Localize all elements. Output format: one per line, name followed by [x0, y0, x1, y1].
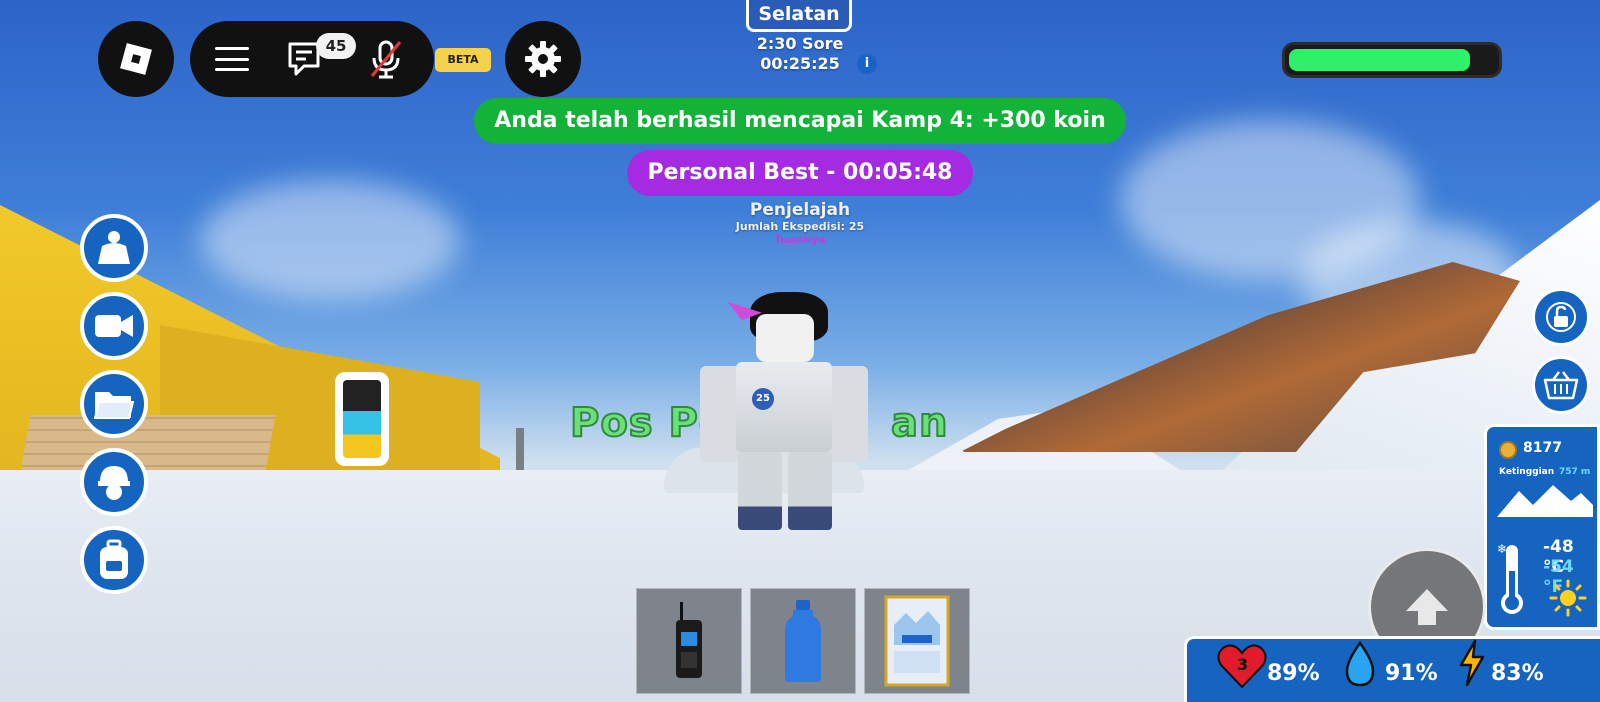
player-rank: Tuannya — [774, 233, 826, 246]
camp-reached-notification: Anda telah berhasil mencapai Kamp 4: +30… — [474, 98, 1126, 144]
thermometer-icon: ❄ — [1497, 542, 1523, 614]
water-percent: 91% — [1385, 661, 1438, 686]
hamburger-menu-button[interactable] — [200, 21, 264, 97]
lives-count: 3 — [1237, 655, 1249, 674]
health-bar — [1282, 42, 1502, 78]
gear-icon — [525, 41, 561, 77]
hotbar-slot-3[interactable] — [864, 588, 970, 694]
roblox-menu-button[interactable] — [98, 21, 174, 97]
player-nametag: Penjelajah Jumlah Ekspedisi: 25 Tuannya — [640, 200, 960, 246]
camera-icon — [95, 315, 133, 337]
stats-panel: 8177 Ketinggian 757 m ❄ -48 °C -54 °F — [1484, 424, 1600, 630]
water-bottle-icon — [785, 600, 821, 682]
water-drop-icon — [1345, 641, 1375, 687]
vitals-bar: 3 89% 91% 83% — [1184, 636, 1600, 702]
energy-bolt-icon — [1459, 639, 1485, 687]
coin-icon — [1499, 441, 1517, 459]
mic-button[interactable] — [354, 21, 418, 97]
walkie-talkie-icon — [676, 602, 702, 678]
settings-button[interactable] — [505, 21, 581, 97]
mic-muted-icon — [370, 40, 402, 79]
camera-button[interactable] — [80, 292, 148, 360]
cloud — [200, 180, 460, 300]
beta-badge: BETA — [435, 48, 491, 72]
outfit-icon — [98, 231, 130, 264]
lock-button[interactable] — [1532, 288, 1590, 346]
folder-button[interactable] — [80, 370, 148, 438]
altitude-value: 757 m — [1559, 467, 1591, 477]
shop-button[interactable] — [1532, 356, 1590, 414]
sun-icon — [1549, 579, 1587, 617]
map-item-icon — [884, 595, 950, 687]
player-title: Penjelajah — [749, 200, 851, 220]
health-bar-fill — [1289, 49, 1471, 71]
mountains-icon — [1497, 485, 1593, 517]
svg-text:❄: ❄ — [1497, 542, 1507, 556]
backpack-icon — [100, 539, 128, 579]
wooden-crates — [19, 415, 276, 477]
far-post — [516, 428, 524, 476]
player-expeditions: Jumlah Ekspedisi: 25 — [735, 220, 865, 233]
player-avatar: 25 — [700, 292, 868, 540]
personal-best-notification: Personal Best - 00:05:48 — [627, 150, 973, 196]
coin-count: 8177 — [1523, 440, 1562, 456]
roblox-logo-icon — [120, 43, 152, 75]
building-window — [335, 372, 389, 466]
altitude-label: Ketinggian — [1499, 467, 1555, 477]
suit-badge: 25 — [752, 388, 774, 410]
hotbar-slot-1[interactable] — [636, 588, 742, 694]
unlock-icon — [1546, 302, 1576, 332]
hamburger-icon — [215, 47, 249, 71]
info-button[interactable]: i — [857, 54, 877, 74]
energy-percent: 83% — [1491, 661, 1544, 686]
backpack-button[interactable] — [80, 526, 148, 594]
helmet-button[interactable] — [80, 448, 148, 516]
folder-icon — [93, 392, 135, 419]
basket-icon — [1543, 371, 1579, 400]
helmet-icon — [98, 466, 130, 500]
time-of-day: 2:30 Sore — [756, 34, 844, 53]
hotbar-slot-2[interactable] — [750, 588, 856, 694]
outfit-button[interactable] — [80, 214, 148, 282]
health-percent: 89% — [1267, 661, 1320, 686]
arrow-up-icon — [1406, 589, 1448, 625]
chat-unread-badge: 45 — [316, 33, 356, 59]
topbar-pill: 45 — [190, 21, 434, 97]
compass-direction: Selatan — [746, 0, 852, 32]
